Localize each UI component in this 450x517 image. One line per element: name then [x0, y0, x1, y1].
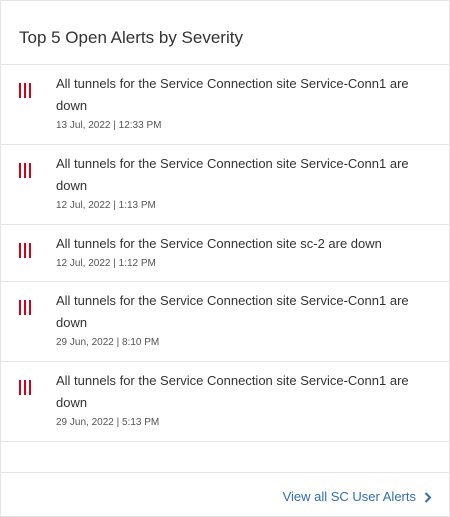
card-header: Top 5 Open Alerts by Severity	[1, 1, 449, 65]
alert-item[interactable]: All tunnels for the Service Connection s…	[1, 145, 449, 225]
alert-list: All tunnels for the Service Connection s…	[1, 65, 449, 442]
view-all-alerts-link[interactable]: View all SC User Alerts	[283, 489, 432, 505]
alert-message: All tunnels for the Service Connection s…	[56, 156, 409, 193]
alert-item[interactable]: All tunnels for the Service Connection s…	[1, 362, 449, 442]
alert-item[interactable]: All tunnels for the Service Connection s…	[1, 282, 449, 362]
critical-severity-icon	[19, 380, 31, 395]
alert-message: All tunnels for the Service Connection s…	[56, 236, 382, 251]
alert-timestamp: 12 Jul, 2022 | 1:12 PM	[56, 258, 156, 269]
critical-severity-icon	[19, 300, 31, 315]
alert-timestamp: 12 Jul, 2022 | 1:13 PM	[56, 200, 156, 211]
critical-severity-icon	[19, 83, 31, 98]
alert-message: All tunnels for the Service Connection s…	[56, 76, 409, 113]
chevron-right-icon	[424, 491, 432, 503]
critical-severity-icon	[19, 243, 31, 258]
alert-timestamp: 13 Jul, 2022 | 12:33 PM	[56, 120, 162, 131]
alert-item[interactable]: All tunnels for the Service Connection s…	[1, 225, 449, 282]
critical-severity-icon	[19, 163, 31, 178]
alert-item[interactable]: All tunnels for the Service Connection s…	[1, 65, 449, 145]
card-title: Top 5 Open Alerts by Severity	[19, 28, 243, 47]
alert-timestamp: 29 Jun, 2022 | 8:10 PM	[56, 337, 160, 348]
alert-message: All tunnels for the Service Connection s…	[56, 293, 409, 330]
top-alerts-card: Top 5 Open Alerts by Severity All tunnel…	[0, 0, 450, 517]
alert-timestamp: 29 Jun, 2022 | 5:13 PM	[56, 417, 160, 428]
view-all-alerts-label: View all SC User Alerts	[282, 489, 416, 504]
card-footer: View all SC User Alerts	[1, 472, 449, 517]
alert-message: All tunnels for the Service Connection s…	[56, 373, 409, 410]
